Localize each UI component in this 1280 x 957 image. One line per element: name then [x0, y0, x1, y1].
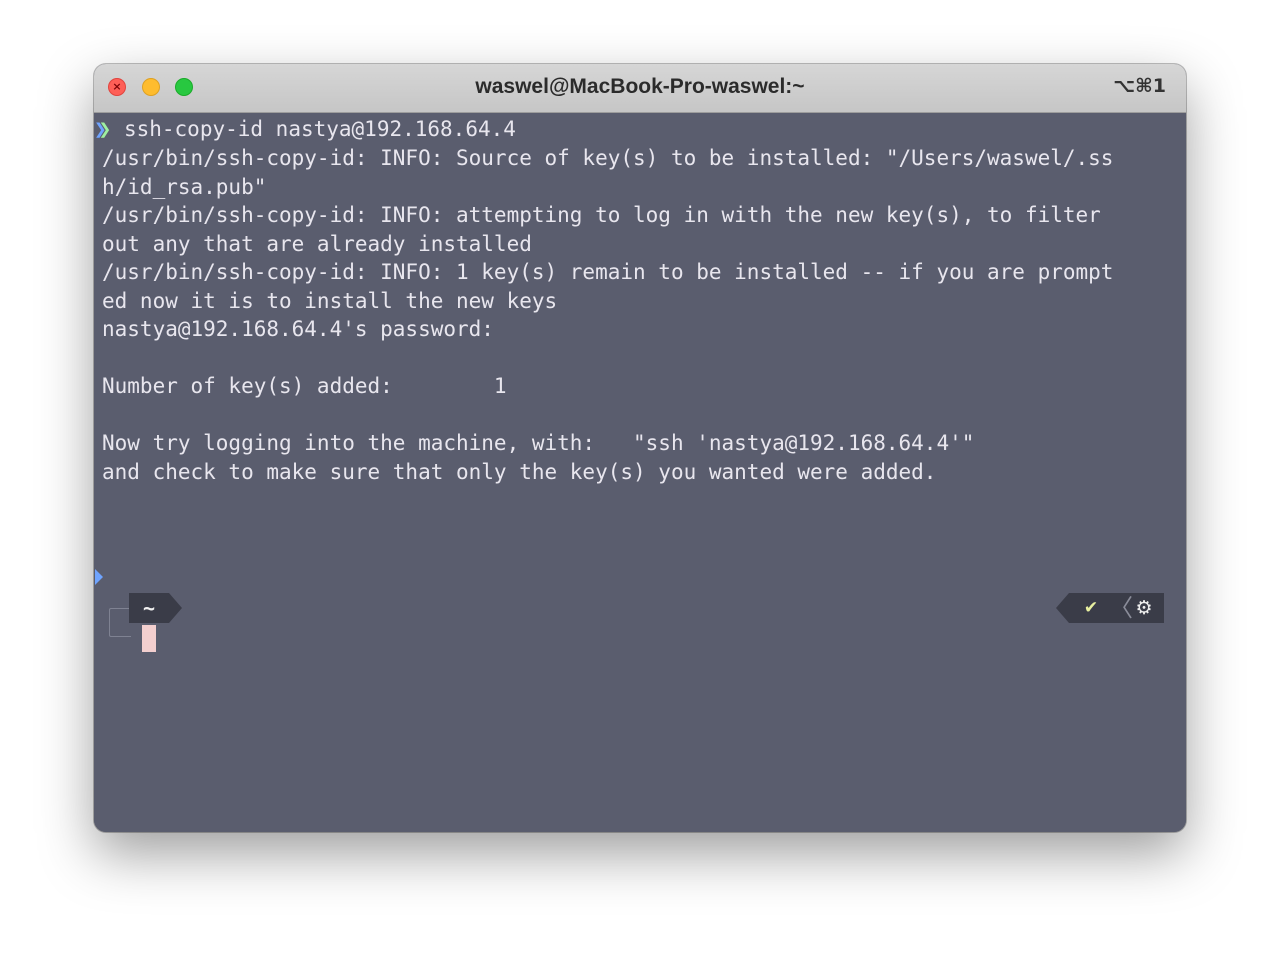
prompt-bracket [109, 608, 131, 637]
command-text: ssh-copy-id nastya@192.168.64.4 [111, 117, 516, 141]
output-line: Number of key(s) added: 1 [102, 374, 507, 398]
terminal-output[interactable]: ❯❯ ssh-copy-id nastya@192.168.64.4 /usr/… [94, 113, 1186, 832]
prompt-arrow-icon: ❯ [98, 117, 112, 141]
output-line: out any that are already installed [102, 232, 532, 256]
prompt-segment-tip [169, 593, 182, 623]
text-cursor[interactable] [142, 625, 156, 652]
output-line: nastya@192.168.64.4's password: [102, 317, 494, 341]
right-prompt-tip [1056, 593, 1069, 623]
output-line: ed now it is to install the new keys [102, 289, 558, 313]
window-title: waswel@MacBook-Pro-waswel:~ [475, 75, 805, 98]
segment-separator-icon: 〈 [1109, 594, 1133, 622]
output-line: /usr/bin/ssh-copy-id: INFO: Source of ke… [102, 146, 1114, 170]
command-line: ❯❯ ssh-copy-id nastya@192.168.64.4 [94, 115, 516, 144]
output-line: Now try logging into the machine, with: … [102, 431, 975, 455]
terminal-window: × waswel@MacBook-Pro-waswel:~ ⌥⌘1 ❯❯ ssh… [94, 64, 1186, 832]
prompt-marker-icon [95, 569, 103, 585]
gear-icon: ⚙ [1135, 597, 1153, 619]
output-line: /usr/bin/ssh-copy-id: INFO: attempting t… [102, 203, 1101, 227]
output-line: /usr/bin/ssh-copy-id: INFO: 1 key(s) rem… [102, 260, 1114, 284]
check-icon: ✔ [1083, 598, 1099, 618]
prompt-directory: ~ [129, 593, 169, 623]
output-line: and check to make sure that only the key… [102, 460, 937, 484]
title-bar: × waswel@MacBook-Pro-waswel:~ ⌥⌘1 [94, 64, 1186, 113]
tab-shortcut: ⌥⌘1 [1113, 75, 1166, 97]
output-line: h/id_rsa.pub" [102, 175, 267, 199]
